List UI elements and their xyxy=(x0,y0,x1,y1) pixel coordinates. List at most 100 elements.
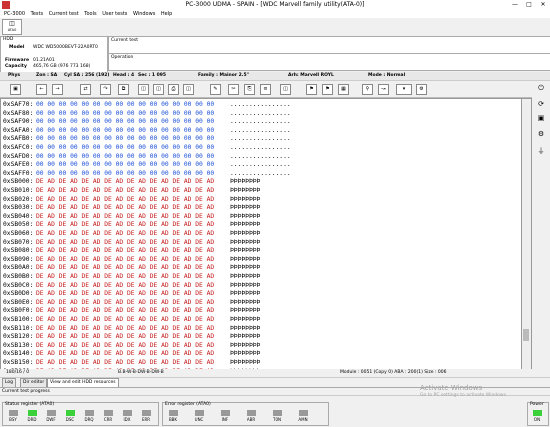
back-icon[interactable]: ← xyxy=(36,84,47,95)
hex-ascii[interactable]: Þ­Þ­Þ­Þ­Þ­Þ­Þ­Þ­ xyxy=(230,359,260,368)
hex-row[interactable]: 0xSB0B0: DE AD DE AD DE AD DE AD DE AD DE… xyxy=(3,273,518,282)
hex-row[interactable]: 0xSB090: DE AD DE AD DE AD DE AD DE AD DE… xyxy=(3,256,518,265)
hex-row[interactable]: 0xSB070: DE AD DE AD DE AD DE AD DE AD DE… xyxy=(3,239,518,248)
hex-row[interactable]: 0xSB110: DE AD DE AD DE AD DE AD DE AD DE… xyxy=(3,325,518,334)
hex-ascii[interactable]: Þ­Þ­Þ­Þ­Þ­Þ­Þ­Þ­ xyxy=(230,230,260,239)
hex-bytes[interactable]: DE AD DE AD DE AD DE AD DE AD DE AD DE A… xyxy=(36,213,214,220)
hex-bytes[interactable]: DE AD DE AD DE AD DE AD DE AD DE AD DE A… xyxy=(36,204,214,211)
hex-ascii[interactable]: Þ­Þ­Þ­Þ­Þ­Þ­Þ­Þ­ xyxy=(230,187,260,196)
copy-icon[interactable]: ⧉ xyxy=(118,84,129,95)
hex-bytes[interactable]: DE AD DE AD DE AD DE AD DE AD DE AD DE A… xyxy=(36,316,214,323)
paste-icon[interactable]: ⎘ xyxy=(244,84,255,95)
hex-row[interactable]: 0xSB130: DE AD DE AD DE AD DE AD DE AD DE… xyxy=(3,342,518,351)
hex-bytes[interactable]: 00 00 00 00 00 00 00 00 00 00 00 00 00 0… xyxy=(36,170,214,177)
maximize-button[interactable]: □ xyxy=(522,0,536,10)
hex-bytes[interactable]: DE AD DE AD DE AD DE AD DE AD DE AD DE A… xyxy=(36,342,214,349)
hex-bytes[interactable]: 00 00 00 00 00 00 00 00 00 00 00 00 00 0… xyxy=(36,101,214,108)
hex-ascii[interactable]: Þ­Þ­Þ­Þ­Þ­Þ­Þ­Þ­ xyxy=(230,239,260,248)
hex-bytes[interactable]: DE AD DE AD DE AD DE AD DE AD DE AD DE A… xyxy=(36,196,214,203)
find-icon[interactable]: ⚲ xyxy=(362,84,373,95)
hex-ascii[interactable]: ................ xyxy=(230,135,291,144)
bookmark2-icon[interactable]: ⚑ xyxy=(322,84,333,95)
hex-ascii[interactable]: ................ xyxy=(230,161,291,170)
hex-row[interactable]: 0xSB0C0: DE AD DE AD DE AD DE AD DE AD DE… xyxy=(3,282,518,291)
hex-bytes[interactable]: 00 00 00 00 00 00 00 00 00 00 00 00 00 0… xyxy=(36,135,214,142)
hex-bytes[interactable]: DE AD DE AD DE AD DE AD DE AD DE AD DE A… xyxy=(36,247,214,254)
calculator-icon[interactable]: ▦ xyxy=(338,84,349,95)
close-button[interactable]: ✕ xyxy=(536,0,550,10)
settings-icon[interactable]: ⚙ xyxy=(536,130,546,140)
minimize-button[interactable]: — xyxy=(508,0,522,10)
hex-ascii[interactable]: Þ­Þ­Þ­Þ­Þ­Þ­Þ­Þ­ xyxy=(230,247,260,256)
hex-row[interactable]: 0xSAFC0: 00 00 00 00 00 00 00 00 00 00 00… xyxy=(3,144,518,153)
hex-bytes[interactable]: 00 00 00 00 00 00 00 00 00 00 00 00 00 0… xyxy=(36,153,214,160)
hex-ascii[interactable]: ................ xyxy=(230,153,291,162)
menu-windows[interactable]: Windows xyxy=(133,10,155,18)
scroll-thumb[interactable] xyxy=(523,329,529,341)
hex-row[interactable]: 0xSB020: DE AD DE AD DE AD DE AD DE AD DE… xyxy=(3,196,518,205)
menu-pc3000[interactable]: PC-3000 xyxy=(4,10,25,18)
vertical-scrollbar[interactable] xyxy=(521,98,532,371)
forward-icon[interactable]: → xyxy=(52,84,63,95)
hex-bytes[interactable]: DE AD DE AD DE AD DE AD DE AD DE AD DE A… xyxy=(36,299,214,306)
hex-row[interactable]: 0xSB050: DE AD DE AD DE AD DE AD DE AD DE… xyxy=(3,221,518,230)
hex-bytes[interactable]: DE AD DE AD DE AD DE AD DE AD DE AD DE A… xyxy=(36,282,214,289)
hex-ascii[interactable]: Þ­Þ­Þ­Þ­Þ­Þ­Þ­Þ­ xyxy=(230,307,260,316)
hex-row[interactable]: 0xSB100: DE AD DE AD DE AD DE AD DE AD DE… xyxy=(3,316,518,325)
hex-ascii[interactable]: Þ­Þ­Þ­Þ­Þ­Þ­Þ­Þ­ xyxy=(230,316,260,325)
hex-bytes[interactable]: DE AD DE AD DE AD DE AD DE AD DE AD DE A… xyxy=(36,187,214,194)
hex-row[interactable]: 0xSB040: DE AD DE AD DE AD DE AD DE AD DE… xyxy=(3,213,518,222)
hex-bytes[interactable]: DE AD DE AD DE AD DE AD DE AD DE AD DE A… xyxy=(36,333,214,340)
hex-bytes[interactable]: DE AD DE AD DE AD DE AD DE AD DE AD DE A… xyxy=(36,256,214,263)
menu-help[interactable]: Help xyxy=(161,10,172,18)
hex-ascii[interactable]: Þ­Þ­Þ­Þ­Þ­Þ­Þ­Þ­ xyxy=(230,342,260,351)
cut-icon[interactable]: ✂ xyxy=(228,84,239,95)
hex-ascii[interactable]: Þ­Þ­Þ­Þ­Þ­Þ­Þ­Þ­ xyxy=(230,333,260,342)
hex-ascii[interactable]: Þ­Þ­Þ­Þ­Þ­Þ­Þ­Þ­ xyxy=(230,213,260,222)
hex-row[interactable]: 0xSB150: DE AD DE AD DE AD DE AD DE AD DE… xyxy=(3,359,518,368)
save-icon[interactable]: ◫ xyxy=(138,84,149,95)
jump-icon[interactable]: ↷ xyxy=(100,84,111,95)
find-next-icon[interactable]: ↝ xyxy=(378,84,389,95)
hex-row[interactable]: 0xSB0F0: DE AD DE AD DE AD DE AD DE AD DE… xyxy=(3,307,518,316)
hex-bytes[interactable]: DE AD DE AD DE AD DE AD DE AD DE AD DE A… xyxy=(36,230,214,237)
hex-ascii[interactable]: Þ­Þ­Þ­Þ­Þ­Þ­Þ­Þ­ xyxy=(230,299,260,308)
hex-bytes[interactable]: 00 00 00 00 00 00 00 00 00 00 00 00 00 0… xyxy=(36,144,214,151)
hex-bytes[interactable]: 00 00 00 00 00 00 00 00 00 00 00 00 00 0… xyxy=(36,161,214,168)
bookmark-icon[interactable]: ⚑ xyxy=(306,84,317,95)
hex-ascii[interactable]: Þ­Þ­Þ­Þ­Þ­Þ­Þ­Þ­ xyxy=(230,178,260,187)
hex-row[interactable]: 0xSAFA0: 00 00 00 00 00 00 00 00 00 00 00… xyxy=(3,127,518,136)
hex-bytes[interactable]: DE AD DE AD DE AD DE AD DE AD DE AD DE A… xyxy=(36,273,214,280)
hex-ascii[interactable]: Þ­Þ­Þ­Þ­Þ­Þ­Þ­Þ­ xyxy=(230,290,260,299)
hex-bytes[interactable]: 00 00 00 00 00 00 00 00 00 00 00 00 00 0… xyxy=(36,127,214,134)
plug-icon[interactable]: ⏚ xyxy=(536,146,546,156)
save-as-icon[interactable]: ◫ xyxy=(153,84,164,95)
print-icon[interactable]: ⎙ xyxy=(168,84,179,95)
hex-row[interactable]: 0xSAF80: 00 00 00 00 00 00 00 00 00 00 00… xyxy=(3,110,518,119)
hex-bytes[interactable]: DE AD DE AD DE AD DE AD DE AD DE AD DE A… xyxy=(36,307,214,314)
hex-row[interactable]: 0xSB140: DE AD DE AD DE AD DE AD DE AD DE… xyxy=(3,350,518,359)
swap-icon[interactable]: ⇄ xyxy=(80,84,91,95)
hex-bytes[interactable]: 00 00 00 00 00 00 00 00 00 00 00 00 00 0… xyxy=(36,110,214,117)
hex-row[interactable]: 0xSB000: DE AD DE AD DE AD DE AD DE AD DE… xyxy=(3,178,518,187)
hex-bytes[interactable]: DE AD DE AD DE AD DE AD DE AD DE AD DE A… xyxy=(36,325,214,332)
hex-row[interactable]: 0xSAFD0: 00 00 00 00 00 00 00 00 00 00 00… xyxy=(3,153,518,162)
layout-icon[interactable]: ◫ xyxy=(280,84,291,95)
edit-icon[interactable]: ✎ xyxy=(210,84,221,95)
hex-row[interactable]: 0xSB060: DE AD DE AD DE AD DE AD DE AD DE… xyxy=(3,230,518,239)
hex-ascii[interactable]: ................ xyxy=(230,170,291,179)
hex-ascii[interactable]: Þ­Þ­Þ­Þ­Þ­Þ­Þ­Þ­ xyxy=(230,204,260,213)
open-icon[interactable]: ▣ xyxy=(10,84,21,95)
hex-ascii[interactable]: Þ­Þ­Þ­Þ­Þ­Þ­Þ­Þ­ xyxy=(230,221,260,230)
hex-row[interactable]: 0xSB0A0: DE AD DE AD DE AD DE AD DE AD DE… xyxy=(3,264,518,273)
hex-row[interactable]: 0xSAFB0: 00 00 00 00 00 00 00 00 00 00 00… xyxy=(3,135,518,144)
ata0-button[interactable]: ◫ ATA0 xyxy=(2,19,22,35)
hex-bytes[interactable]: DE AD DE AD DE AD DE AD DE AD DE AD DE A… xyxy=(36,290,214,297)
hex-ascii[interactable]: ................ xyxy=(230,101,291,110)
menu-tools[interactable]: Tools xyxy=(84,10,96,18)
chip-icon[interactable]: ▣ xyxy=(536,114,546,124)
format-dropdown-icon[interactable]: ▾ xyxy=(396,84,412,95)
power-icon[interactable]: ⏻ xyxy=(536,84,546,94)
hex-row[interactable]: 0xSAFE0: 00 00 00 00 00 00 00 00 00 00 00… xyxy=(3,161,518,170)
hex-ascii[interactable]: Þ­Þ­Þ­Þ­Þ­Þ­Þ­Þ­ xyxy=(230,273,260,282)
